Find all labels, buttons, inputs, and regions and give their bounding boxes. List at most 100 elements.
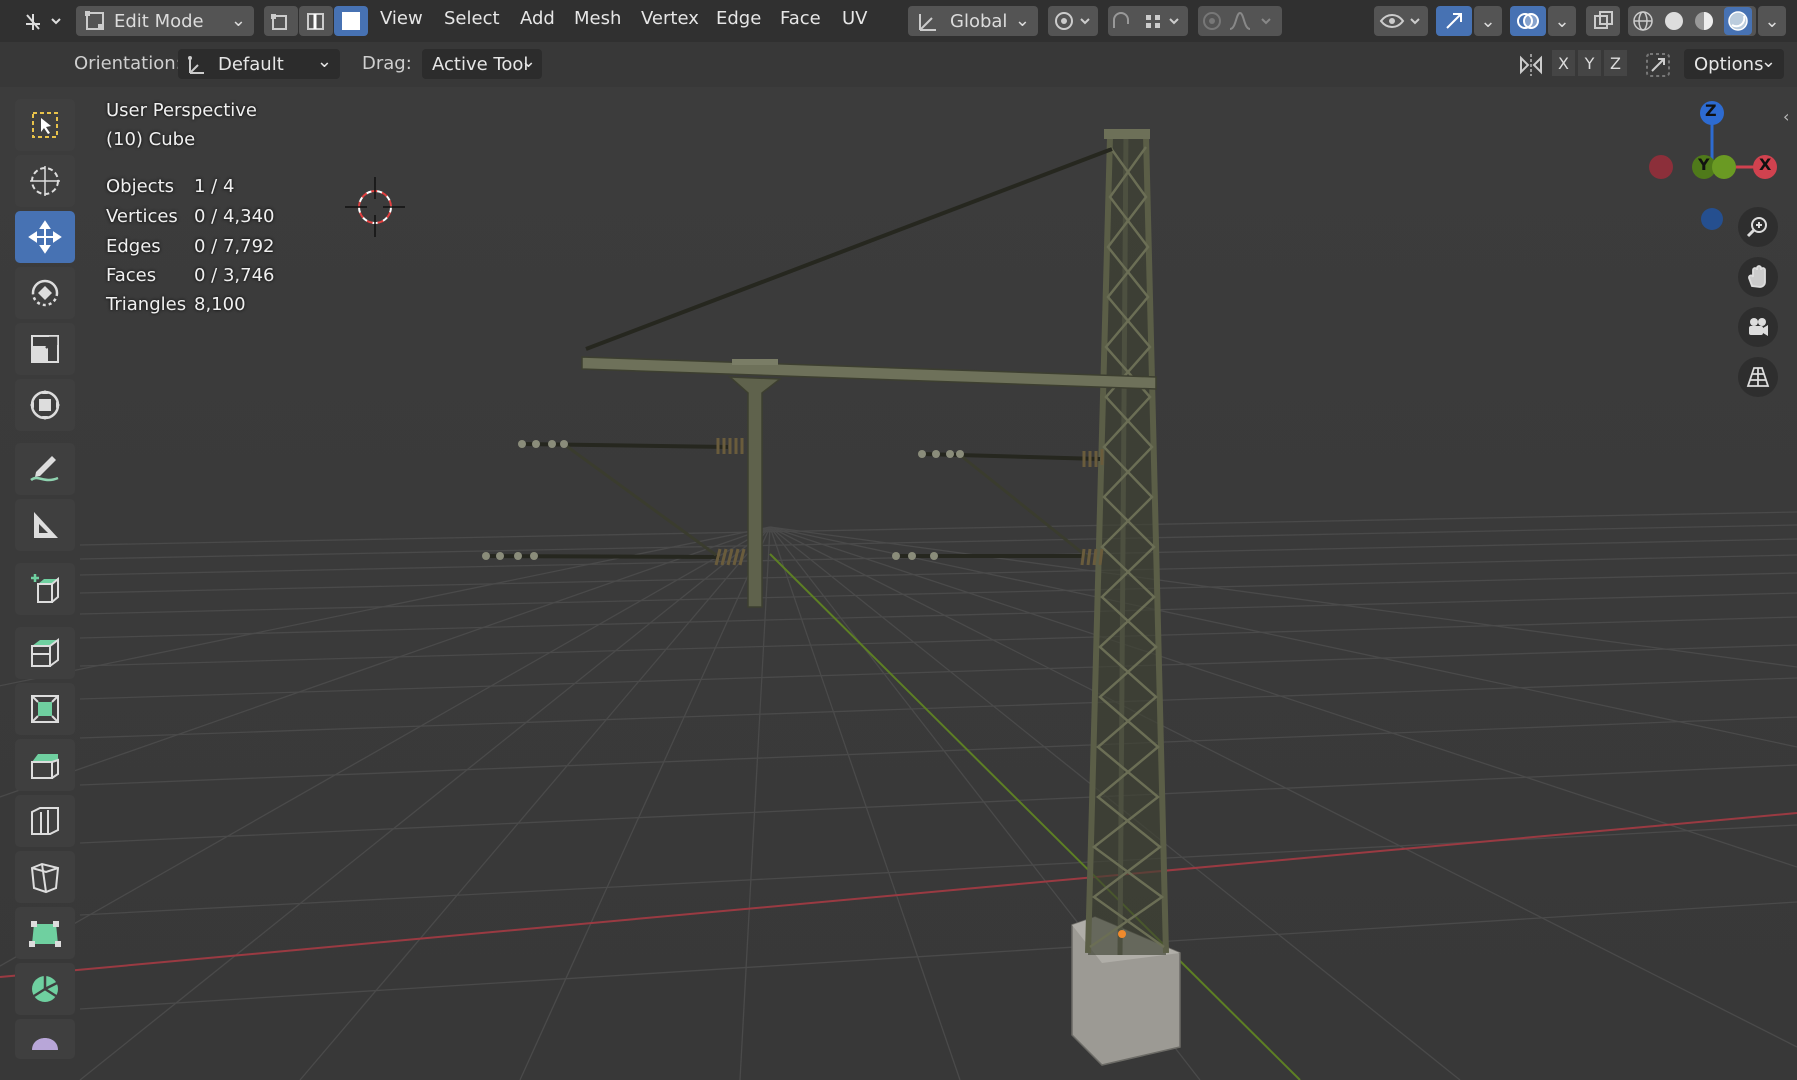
- shading-dropdown[interactable]: ⌄: [1758, 6, 1786, 36]
- drag-label: Drag:: [362, 53, 412, 74]
- tool-loop-cut[interactable]: [15, 795, 75, 847]
- mode-label: Edit Mode: [114, 10, 204, 32]
- rendered-shading-button[interactable]: [1723, 7, 1752, 35]
- tool-select-box[interactable]: [15, 99, 75, 151]
- tool-move[interactable]: [15, 211, 75, 263]
- chevron-down-icon: ⌄: [1760, 51, 1776, 72]
- mirror-icon[interactable]: [1518, 52, 1544, 82]
- gizmo-neg-z-axis[interactable]: [1701, 208, 1723, 230]
- auto-merge-icon[interactable]: [1644, 51, 1672, 83]
- tool-cursor[interactable]: [15, 155, 75, 207]
- tool-extrude[interactable]: [15, 627, 75, 679]
- camera-view-button[interactable]: [1738, 307, 1778, 347]
- face-select-icon: [342, 12, 360, 30]
- chevron-down-icon: ⌄: [1554, 10, 1570, 32]
- tool-add-cube[interactable]: [15, 563, 75, 615]
- gizmo-icon: [1446, 13, 1462, 29]
- edge-select-icon: [307, 13, 324, 30]
- material-preview-icon[interactable]: [1693, 10, 1715, 32]
- stat-label-edges: Edges: [106, 236, 161, 257]
- xray-toggle-button[interactable]: [1586, 6, 1620, 36]
- stat-label-faces: Faces: [106, 265, 157, 286]
- snap-magnet-icon: [1113, 12, 1179, 28]
- edit-mode-icon: [84, 10, 106, 32]
- stat-label-vertices: Vertices: [106, 206, 178, 227]
- mode-dropdown[interactable]: Edit Mode ⌄: [76, 6, 254, 36]
- chevron-down-icon: ⌄: [1764, 10, 1780, 32]
- wireframe-shading-icon[interactable]: [1632, 10, 1654, 32]
- stat-label-objects: Objects: [106, 176, 175, 197]
- xray-icon: [1594, 11, 1613, 29]
- gizmo-x-label: X: [1759, 155, 1772, 174]
- vertex-select-mode-button[interactable]: [264, 6, 298, 36]
- pan-button[interactable]: [1738, 257, 1778, 297]
- proportional-editing-controls[interactable]: [1198, 6, 1282, 36]
- menu-vertex[interactable]: Vertex: [641, 8, 699, 29]
- spin-icon: [32, 976, 58, 1002]
- sidebar-toggle-icon[interactable]: ‹: [1783, 107, 1789, 126]
- vertex-select-icon: [271, 14, 287, 30]
- tool-knife[interactable]: [15, 851, 75, 903]
- selectability-visibility-dropdown[interactable]: [1374, 6, 1428, 36]
- tool-measure[interactable]: [15, 499, 75, 551]
- stat-value-triangles: 8,100: [194, 294, 246, 315]
- tool-spin[interactable]: [15, 963, 75, 1015]
- knife-icon: [30, 862, 60, 894]
- gizmo-neg-x-axis[interactable]: [1649, 155, 1673, 179]
- orientation-label: Orientation:: [74, 53, 182, 74]
- loop-cut-icon: [31, 807, 59, 835]
- mirror-axis-x[interactable]: X: [1552, 50, 1575, 76]
- tool-scale[interactable]: [15, 323, 75, 375]
- edge-select-mode-button[interactable]: [299, 6, 333, 36]
- drag-dropdown[interactable]: Active Tool ⌄: [422, 49, 542, 79]
- chevron-down-icon: ⌄: [230, 10, 246, 31]
- tool-poly-build[interactable]: [15, 907, 75, 959]
- options-label: Options: [1694, 53, 1764, 75]
- scale-icon: [31, 335, 59, 363]
- measure-icon: [34, 512, 58, 538]
- 3d-viewport[interactable]: Z Y X ‹ User Perspective (10) Cube Objec…: [0, 87, 1797, 1080]
- tool-bevel[interactable]: [15, 739, 75, 791]
- tool-settings-bar: Orientation: Default ⌄ Drag: Active Tool…: [0, 42, 1797, 88]
- overlays-toggle-button[interactable]: [1510, 6, 1546, 36]
- poly-build-icon: [29, 921, 61, 947]
- tool-annotate[interactable]: [15, 443, 75, 495]
- pivot-point-dropdown[interactable]: [1048, 6, 1098, 36]
- menu-face[interactable]: Face: [780, 8, 821, 29]
- viewport-header: Edit Mode ⌄ View Select Add Mesh Vertex …: [0, 0, 1797, 42]
- menu-add[interactable]: Add: [520, 8, 555, 29]
- menu-mesh[interactable]: Mesh: [574, 8, 621, 29]
- bevel-icon: [31, 754, 59, 779]
- menu-edge[interactable]: Edge: [716, 8, 761, 29]
- menu-view[interactable]: View: [380, 8, 423, 29]
- orientation-gizmo-icon: [188, 56, 204, 74]
- mirror-axis-y[interactable]: Y: [1578, 50, 1601, 76]
- mirror-axis-z[interactable]: Z: [1604, 50, 1627, 76]
- zoom-button[interactable]: [1738, 207, 1778, 247]
- orientation-dropdown[interactable]: Default ⌄: [178, 49, 340, 79]
- tool-inset[interactable]: [15, 683, 75, 735]
- tool-transform[interactable]: [15, 379, 75, 431]
- tool-smooth[interactable]: [15, 1019, 75, 1059]
- object-origin-dot: [1118, 930, 1126, 938]
- editor-type-button[interactable]: [20, 6, 64, 36]
- gizmo-y-label: Y: [1698, 155, 1710, 174]
- gizmo-y-axis[interactable]: [1712, 155, 1736, 179]
- tool-rotate[interactable]: [15, 267, 75, 319]
- select-box-icon: [32, 112, 58, 138]
- inset-icon: [31, 695, 59, 723]
- drag-value: Active Tool: [432, 53, 529, 75]
- menu-uv[interactable]: UV: [842, 8, 868, 29]
- snapping-controls[interactable]: [1108, 6, 1188, 36]
- overlays-dropdown[interactable]: ⌄: [1548, 6, 1576, 36]
- gizmo-toggle-button[interactable]: [1436, 6, 1472, 36]
- face-select-mode-button[interactable]: [334, 6, 368, 36]
- perspective-toggle-button[interactable]: [1738, 357, 1778, 397]
- shading-mode-group: [1628, 6, 1756, 36]
- smooth-icon: [32, 1038, 58, 1050]
- transform-orientation-dropdown[interactable]: Global ⌄: [908, 6, 1038, 36]
- options-dropdown[interactable]: Options ⌄: [1684, 49, 1784, 79]
- solid-shading-icon[interactable]: [1663, 10, 1685, 32]
- gizmo-dropdown[interactable]: ⌄: [1474, 6, 1502, 36]
- menu-select[interactable]: Select: [444, 8, 500, 29]
